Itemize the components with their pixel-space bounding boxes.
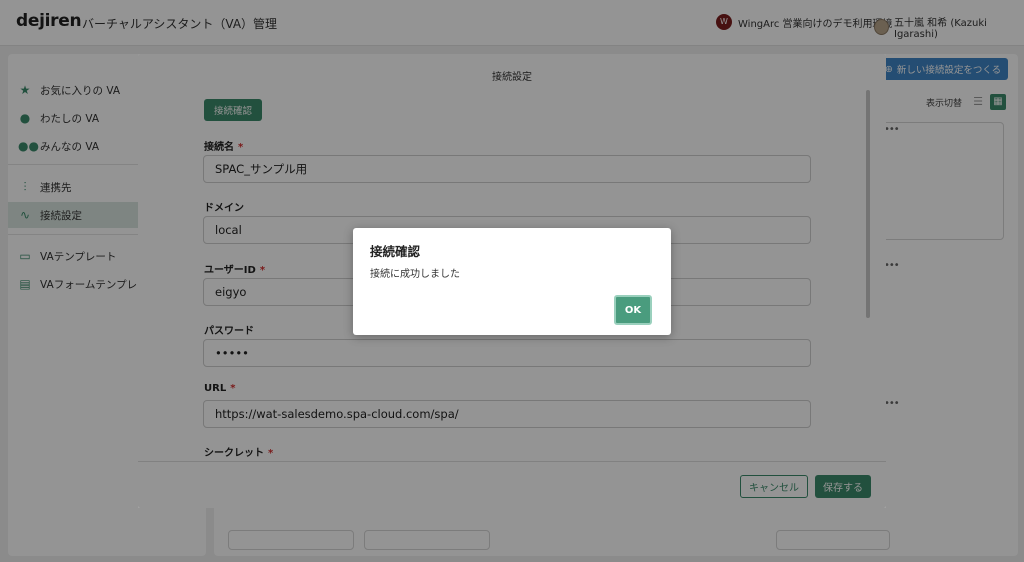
ok-button[interactable]: OK [614, 295, 652, 325]
dialog-message: 接続に成功しました [370, 269, 460, 280]
dialog-title: 接続確認 [370, 244, 421, 259]
connection-check-dialog: 接続確認 接続に成功しました OK [353, 228, 671, 335]
